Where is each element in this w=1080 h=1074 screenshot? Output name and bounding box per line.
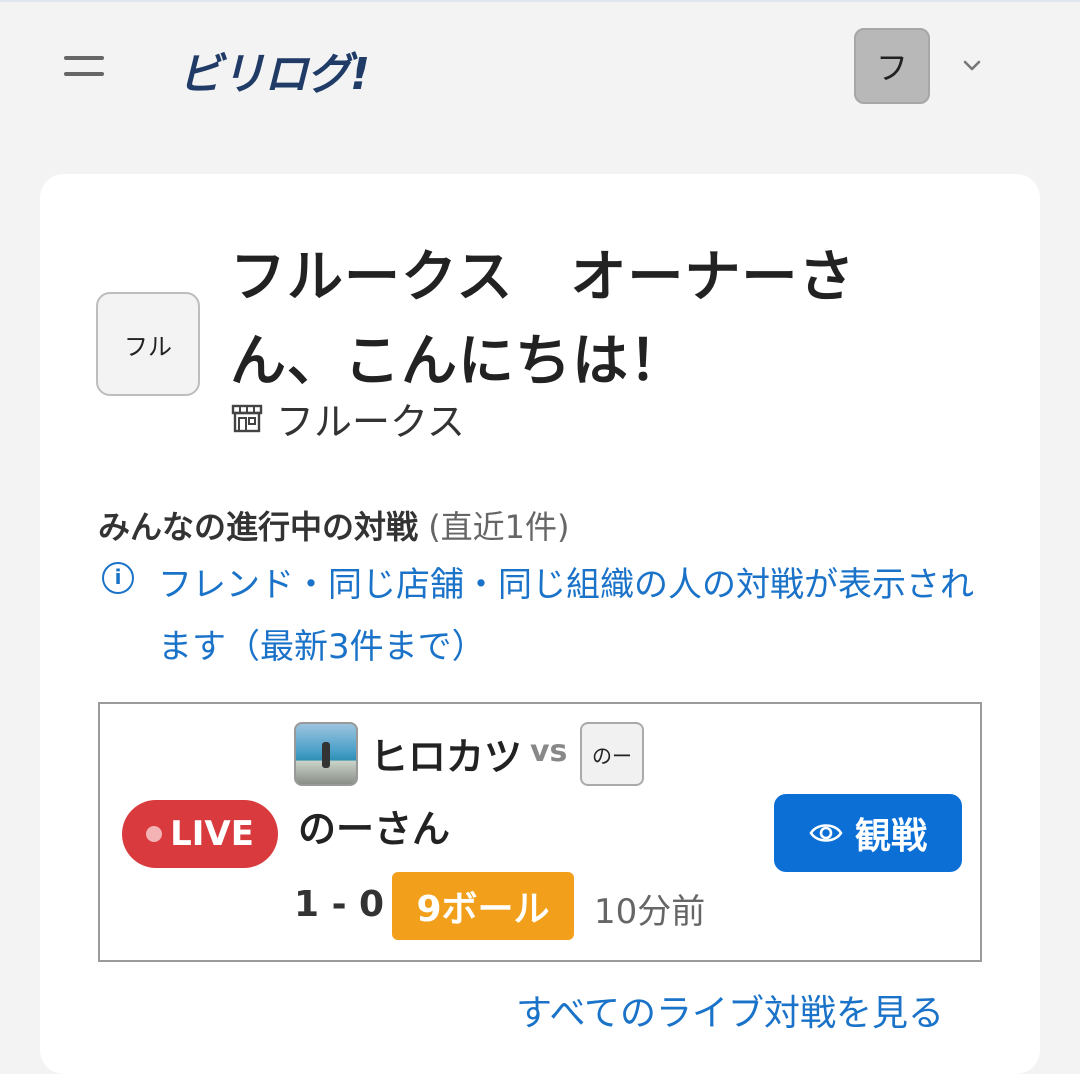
live-match-card[interactable]: LIVE ヒロカツ vs のー のーさん 1 - 0 9ボール 10分前 観戦	[98, 702, 982, 962]
player2-avatar: のー	[580, 722, 644, 786]
section-title: みんなの進行中の対戦 (直近1件)	[98, 502, 570, 548]
welcome-card: フル フルークス オーナーさん、こんにちは！ フルークス みんなの進行中の対戦 …	[40, 174, 1040, 1074]
see-all-live-link[interactable]: すべてのライブ対戦を見る	[516, 984, 944, 1036]
game-type-badge: 9ボール	[392, 872, 574, 940]
watch-button[interactable]: 観戦	[774, 794, 962, 872]
info-icon: i	[102, 562, 134, 594]
section-title-main: みんなの進行中の対戦	[98, 508, 419, 546]
eye-icon	[809, 824, 843, 842]
top-divider	[0, 0, 1080, 2]
app-logo[interactable]: ビリログ!	[178, 38, 370, 102]
vs-label: vs	[530, 734, 568, 769]
menu-icon[interactable]	[62, 50, 106, 84]
live-badge: LIVE	[122, 800, 278, 868]
chevron-down-icon[interactable]	[960, 56, 984, 76]
watch-button-label: 観戦	[854, 816, 927, 857]
match-score: 1 - 0	[294, 884, 385, 925]
info-text: フレンド・同じ店舗・同じ組織の人の対戦が表示されます（最新3件まで）	[158, 565, 974, 667]
player1-avatar	[294, 722, 358, 786]
live-dot-icon	[146, 826, 163, 842]
greeting-heading: フルークス オーナーさん、こんにちは！	[230, 245, 856, 394]
store-name: フルークス	[276, 399, 465, 444]
store-icon	[231, 404, 263, 433]
store-avatar: フル	[96, 292, 200, 396]
player1-name: ヒロカツ	[370, 735, 523, 779]
section-title-sub: (直近1件)	[428, 508, 570, 546]
player2-name: のーさん	[298, 807, 451, 851]
live-label: LIVE	[170, 814, 254, 854]
match-time-ago: 10分前	[594, 892, 706, 932]
user-avatar[interactable]: フ	[854, 28, 930, 104]
store-line: フルークス	[230, 396, 465, 444]
